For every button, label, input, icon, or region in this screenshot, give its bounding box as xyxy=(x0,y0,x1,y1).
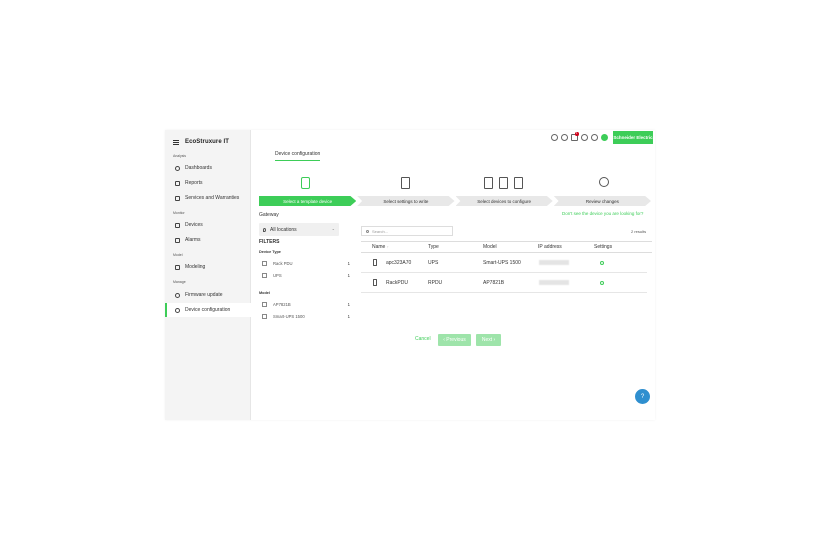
table-header: Name ↑ Type Model IP address Settings xyxy=(361,241,652,253)
brand-logo: Schneider Electric xyxy=(613,131,653,144)
filter-option-rack-pdu[interactable]: Rack PDU 1 xyxy=(262,259,352,267)
step-select-template[interactable]: Select a template device xyxy=(259,196,357,206)
cancel-button[interactable]: Cancel xyxy=(415,336,431,342)
row-type: UPS xyxy=(428,260,439,266)
sidebar-item-firmware-update[interactable]: Firmware update xyxy=(165,288,251,302)
magic-wand-icon xyxy=(599,177,609,187)
column-header-settings: Settings xyxy=(594,244,613,250)
help-icon[interactable] xyxy=(561,134,568,141)
filter-group-device-type: Device Type xyxy=(259,250,281,254)
globe-icon[interactable] xyxy=(591,134,598,141)
section-label-manage: Manage xyxy=(173,280,186,284)
alarm-icon xyxy=(175,237,180,243)
sidebar-item-modeling[interactable]: Modeling xyxy=(165,260,251,274)
step-review-changes[interactable]: Review changes xyxy=(553,196,651,206)
eye-icon xyxy=(175,165,180,171)
sidebar-item-dashboards[interactable]: Dashboards xyxy=(165,161,251,175)
column-header-ip[interactable]: IP address xyxy=(538,244,562,250)
table-row[interactable]: apc323A70 UPS Smart-UPS 1500 xyxy=(361,253,647,273)
settings-gear-icon[interactable] xyxy=(600,261,604,265)
device-cube-icon xyxy=(514,177,523,189)
settings-gear-icon[interactable] xyxy=(600,281,604,285)
row-type: RPDU xyxy=(428,280,443,286)
next-button[interactable]: Next › xyxy=(476,334,501,346)
section-label-analysis: Analysis xyxy=(173,154,187,158)
logo-row: EcoStruxure IT xyxy=(173,137,229,147)
step-select-devices[interactable]: Select devices to configure xyxy=(455,196,553,206)
sidebar-item-alarms[interactable]: Alarms xyxy=(165,233,251,247)
sidebar-item-reports[interactable]: Reports xyxy=(165,176,251,190)
device-help-link[interactable]: Don't see the device you are looking for… xyxy=(562,211,643,216)
checkbox[interactable] xyxy=(262,272,267,278)
rack-pdu-device-icon xyxy=(373,279,377,286)
chevron-down-icon: ⌄ xyxy=(331,226,335,231)
stepper: Select a template device Select settings… xyxy=(259,196,652,206)
row-name: RackPDU xyxy=(386,280,408,286)
top-toolbar: 1 Schneider Electric xyxy=(551,131,653,144)
search-icon[interactable] xyxy=(551,134,558,141)
row-model: Smart-UPS 1500 xyxy=(483,260,521,266)
search-icon xyxy=(366,229,369,233)
chat-help-button[interactable]: ? xyxy=(635,389,650,404)
gateway-label: Gateway xyxy=(259,212,279,218)
step-select-settings[interactable]: Select settings to write xyxy=(357,196,455,206)
checkbox[interactable] xyxy=(262,260,267,266)
chat-icon: ? xyxy=(640,393,645,400)
filter-option-ups[interactable]: UPS 1 xyxy=(262,271,352,279)
column-header-type[interactable]: Type xyxy=(428,244,439,250)
report-icon xyxy=(175,180,180,186)
device-cube-icon xyxy=(484,177,493,189)
sidebar-item-devices[interactable]: Devices xyxy=(165,218,251,232)
app-window: EcoStruxure IT Analysis Dashboards Repor… xyxy=(165,130,655,420)
sidebar: EcoStruxure IT Analysis Dashboards Repor… xyxy=(165,130,251,420)
filters-title: FILTERS xyxy=(259,239,280,245)
checkbox[interactable] xyxy=(262,301,267,307)
results-count: 2 results xyxy=(631,229,647,234)
location-select[interactable]: All locations ⌄ xyxy=(259,223,339,236)
ups-device-icon xyxy=(373,259,377,266)
table-row[interactable]: RackPDU RPDU AP7821B xyxy=(361,273,647,293)
search-input[interactable]: Search... xyxy=(361,226,453,236)
row-name: apc323A70 xyxy=(386,260,412,266)
device-icon xyxy=(175,222,180,228)
step-icons xyxy=(259,177,653,191)
document-icon xyxy=(401,177,410,189)
menu-icon[interactable] xyxy=(173,139,179,145)
page-title: Device configuration xyxy=(275,151,321,161)
user-avatar-icon[interactable] xyxy=(601,134,608,141)
sidebar-item-device-configuration[interactable]: Device configuration xyxy=(165,303,251,317)
config-gear-icon xyxy=(175,307,180,313)
previous-button[interactable]: ‹ Previous xyxy=(438,334,471,346)
notification-badge: 1 xyxy=(575,132,579,136)
firmware-icon xyxy=(175,292,180,298)
filter-group-model: Model xyxy=(259,291,270,295)
section-label-monitor: Monitor xyxy=(173,211,185,215)
shield-icon xyxy=(175,195,180,201)
ip-address-redacted xyxy=(539,280,569,285)
row-model: AP7821B xyxy=(483,280,505,286)
column-header-name[interactable]: Name xyxy=(372,244,385,250)
sidebar-item-services[interactable]: Services and Warranties xyxy=(165,191,251,205)
section-label-model: Model xyxy=(173,253,183,257)
modeling-icon xyxy=(175,264,180,270)
sort-icon[interactable]: ↑ xyxy=(387,245,389,249)
filter-option-smart-ups-1500[interactable]: Smart-UPS 1500 1 xyxy=(262,312,352,320)
template-device-icon xyxy=(301,177,310,189)
checkbox[interactable] xyxy=(262,313,267,319)
ip-address-redacted xyxy=(539,260,569,265)
column-header-model[interactable]: Model xyxy=(483,244,497,250)
device-cube-icon xyxy=(499,177,508,189)
logo: EcoStruxure IT xyxy=(185,139,230,145)
bell-icon[interactable]: 1 xyxy=(571,132,579,141)
apps-icon[interactable] xyxy=(581,134,588,141)
location-pin-icon xyxy=(263,227,266,232)
filter-option-ap7821b[interactable]: AP7821B 1 xyxy=(262,300,352,308)
